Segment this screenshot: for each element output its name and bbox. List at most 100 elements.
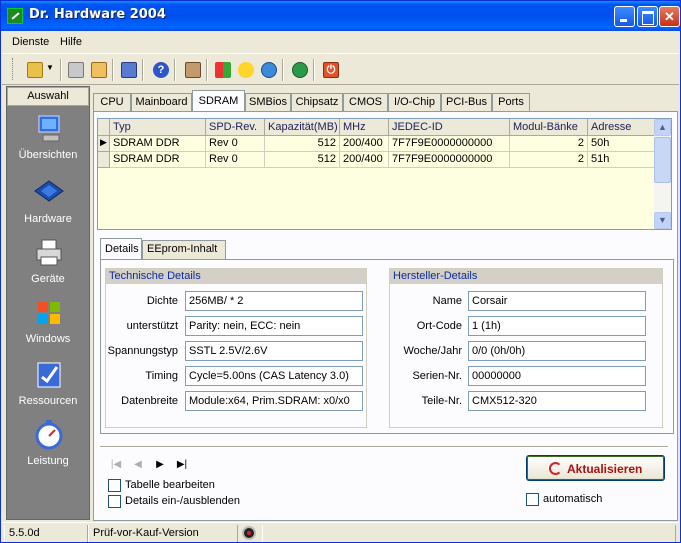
automatic-label: automatisch [543, 493, 603, 505]
help-button[interactable]: ? [150, 59, 172, 81]
column-typ[interactable]: Typ [110, 119, 206, 136]
toggle-details-checkbox[interactable] [108, 495, 121, 508]
next-record-button[interactable]: ▶ [152, 458, 168, 472]
column-spd-rev[interactable]: SPD-Rev. [206, 119, 265, 136]
previous-record-button[interactable]: ◀ [130, 458, 146, 472]
table-row[interactable]: SDRAM DDR Rev 0 512 200/400 7F7F9E000000… [98, 152, 655, 168]
tab-io-chip[interactable]: I/O-Chip [388, 93, 441, 111]
technical-details-title: Technische Details [106, 269, 366, 284]
sidebar-item-hardware[interactable]: Hardware [7, 177, 89, 235]
globe-button[interactable] [258, 59, 280, 81]
teile-nr-field[interactable]: CMX512-320 [468, 391, 646, 411]
scroll-up-button[interactable]: ▲ [654, 119, 671, 136]
sidebar-item-ressourcen[interactable]: Ressourcen [7, 359, 89, 417]
manufacturer-details-title: Hersteller-Details [390, 269, 662, 284]
cell-jedec-id: 7F7F9E0000000000 [389, 136, 510, 152]
edit-table-checkbox[interactable] [108, 479, 121, 492]
title-bar[interactable]: Dr. Hardware 2004 ✕ [1, 1, 680, 31]
technical-details-group: Technische Details Dichte 256MB/ * 2 unt… [105, 268, 367, 428]
column-jedec-id[interactable]: JEDEC-ID [389, 119, 510, 136]
scroll-down-button[interactable]: ▼ [654, 212, 671, 229]
tools-button[interactable] [182, 59, 204, 81]
spannungstyp-field[interactable]: SSTL 2.5V/2.6V [185, 341, 363, 361]
sidebar: Auswahl Übersichten Hardware Geräte Wind… [6, 86, 90, 520]
chevron-up-icon: ▲ [658, 122, 667, 132]
cell-kapazitaet: 512 [265, 152, 340, 168]
tab-sdram[interactable]: SDRAM [192, 90, 245, 112]
computer-icon [33, 113, 65, 145]
sidebar-item-geraete[interactable]: Geräte [7, 237, 89, 295]
automatic-checkbox[interactable] [526, 493, 539, 506]
main-window: Dr. Hardware 2004 ✕ Dienste Hilfe ▼ ? ⏻ [0, 0, 681, 543]
datenbreite-field[interactable]: Module:x64, Prim.SDRAM: x0/x0 [185, 391, 363, 411]
minimize-button[interactable] [614, 6, 635, 27]
sidebar-item-uebersichten[interactable]: Übersichten [7, 113, 89, 171]
column-mhz[interactable]: MHz [340, 119, 389, 136]
serien-nr-field[interactable]: 00000000 [468, 366, 646, 386]
tab-eeprom-inhalt[interactable]: EEprom-Inhalt [142, 240, 226, 259]
print-button[interactable] [65, 59, 87, 81]
tab-details[interactable]: Details [100, 238, 142, 260]
tab-cmos[interactable]: CMOS [343, 93, 388, 111]
sidebar-item-label: Ressourcen [18, 395, 78, 407]
sidebar-item-label: Windows [25, 333, 71, 345]
chevron-down-icon: ▼ [658, 215, 667, 225]
field-label: Spannungstyp [107, 345, 178, 357]
notes-button[interactable] [118, 59, 140, 81]
first-icon: |◀ [110, 459, 122, 470]
table-row[interactable]: ▶ SDRAM DDR Rev 0 512 200/400 7F7F9E0000… [98, 136, 655, 152]
toolbar-grip[interactable] [12, 58, 15, 80]
column-adresse[interactable]: Adresse [588, 119, 655, 136]
column-kapazitaet[interactable]: Kapazität(MB) [265, 119, 340, 136]
tab-chipsatz[interactable]: Chipsatz [291, 93, 343, 111]
cell-modul-baenke: 2 [510, 152, 588, 168]
folder-icon [27, 62, 43, 78]
close-button[interactable]: ✕ [659, 6, 680, 27]
power-icon: ⏻ [323, 62, 339, 78]
stopwatch-icon [33, 419, 65, 451]
windows-button[interactable] [212, 59, 234, 81]
toolbar-separator [313, 59, 315, 81]
last-record-button[interactable]: ▶| [174, 458, 190, 472]
tab-cpu[interactable]: CPU [93, 93, 131, 111]
sidebar-item-label: Übersichten [18, 149, 78, 161]
column-modul-baenke[interactable]: Modul-Bänke [510, 119, 588, 136]
tab-pci-bus[interactable]: PCI-Bus [441, 93, 492, 111]
tab-smbios[interactable]: SMBios [245, 93, 291, 111]
tab-ports[interactable]: Ports [492, 93, 530, 111]
refresh-button[interactable]: Aktualisieren [526, 455, 665, 481]
maximize-button[interactable] [637, 6, 658, 27]
sidebar-item-windows[interactable]: Windows [7, 297, 89, 355]
toolbar-separator [282, 59, 284, 81]
row-indicator [98, 152, 110, 168]
cell-mhz: 200/400 [340, 152, 389, 168]
globe-icon [261, 62, 277, 78]
table-scrollbar[interactable]: ▲ ▼ [654, 119, 671, 229]
unterstuetzt-field[interactable]: Parity: nein, ECC: nein [185, 316, 363, 336]
tab-mainboard[interactable]: Mainboard [131, 93, 192, 111]
toolbar-separator [174, 59, 176, 81]
chip-icon [33, 177, 65, 209]
sidebar-item-leistung[interactable]: Leistung [7, 419, 89, 477]
edition-status: Prüf-vor-Kauf-Version [88, 525, 238, 542]
sun-button[interactable] [235, 59, 257, 81]
open-button[interactable]: ▼ [24, 59, 56, 81]
sidebar-header[interactable]: Auswahl [7, 87, 89, 106]
exit-button[interactable]: ⏻ [320, 59, 342, 81]
notes-icon [121, 62, 137, 78]
first-record-button[interactable]: |◀ [108, 458, 124, 472]
network-button[interactable] [289, 59, 311, 81]
menu-dienste[interactable]: Dienste [12, 36, 49, 48]
printer-setup-button[interactable] [88, 59, 110, 81]
divider [100, 446, 668, 448]
timing-field[interactable]: Cycle=5.00ns (CAS Latency 3.0) [185, 366, 363, 386]
ort-code-field[interactable]: 1 (1h) [468, 316, 646, 336]
cell-kapazitaet: 512 [265, 136, 340, 152]
hersteller-name-field[interactable]: Corsair [468, 291, 646, 311]
woche-jahr-field[interactable]: 0/0 (0h/0h) [468, 341, 646, 361]
dichte-field[interactable]: 256MB/ * 2 [185, 291, 363, 311]
scroll-thumb[interactable] [654, 137, 671, 183]
menu-hilfe[interactable]: Hilfe [60, 36, 82, 48]
cell-jedec-id: 7F7F9E0000000000 [389, 152, 510, 168]
sdram-table[interactable]: Typ SPD-Rev. Kapazität(MB) MHz JEDEC-ID … [97, 118, 672, 230]
